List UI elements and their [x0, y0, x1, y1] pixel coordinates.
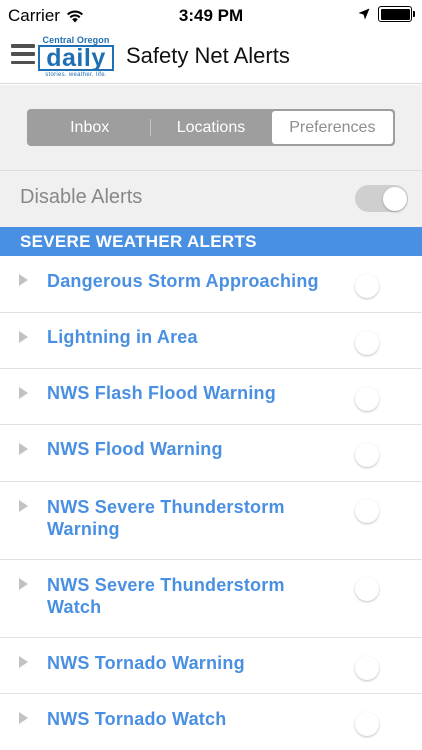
status-bar: Carrier 3:49 PM [0, 0, 422, 30]
alert-toggle-flash-flood-warning[interactable] [355, 385, 408, 412]
alert-label: Dangerous Storm Approaching [47, 271, 319, 291]
disable-alerts-row: Disable Alerts [0, 171, 422, 227]
toggle-knob [382, 186, 407, 211]
toggle-knob [355, 498, 379, 523]
alert-label: NWS Severe Thunderstorm Warning [47, 497, 285, 539]
segment-area: Inbox Locations Preferences [0, 85, 422, 171]
alert-label: NWS Tornado Warning [47, 653, 245, 673]
alert-row-severe-thunderstorm-watch[interactable]: NWS Severe Thunderstorm Watch [0, 560, 422, 638]
toggle-knob [355, 655, 379, 680]
tab-locations[interactable]: Locations [150, 111, 271, 144]
toggle-knob [355, 386, 379, 411]
toggle-knob [355, 273, 379, 298]
disable-alerts-label: Disable Alerts [20, 186, 143, 208]
status-right [358, 6, 415, 22]
alert-row-tornado-warning[interactable]: NWS Tornado Warning [0, 638, 422, 694]
alert-label: NWS Severe Thunderstorm Watch [47, 575, 285, 617]
disable-alerts-toggle[interactable] [355, 185, 408, 212]
alert-label: Lightning in Area [47, 327, 198, 347]
alert-row-severe-thunderstorm-warning[interactable]: NWS Severe Thunderstorm Warning [0, 482, 422, 560]
toggle-knob [355, 330, 379, 355]
alert-toggle-lightning[interactable] [355, 329, 408, 356]
alert-row-flash-flood-warning[interactable]: NWS Flash Flood Warning [0, 369, 422, 425]
alert-toggle-dangerous-storm[interactable] [355, 272, 408, 299]
alert-toggle-tornado-warning[interactable] [355, 654, 408, 681]
alert-toggle-tornado-watch[interactable] [355, 710, 408, 737]
chevron-right-icon [19, 274, 28, 286]
alert-row-dangerous-storm[interactable]: Dangerous Storm Approaching [0, 256, 422, 313]
alert-row-lightning[interactable]: Lightning in Area [0, 313, 422, 369]
section-header: SEVERE WEATHER ALERTS [0, 227, 422, 256]
chevron-right-icon [19, 656, 28, 668]
alert-toggle-severe-thunderstorm-watch[interactable] [355, 575, 408, 602]
chevron-right-icon [19, 500, 28, 512]
alert-row-flood-warning[interactable]: NWS Flood Warning [0, 425, 422, 482]
logo-main-text: daily [38, 45, 114, 71]
logo-tagline: stories. weather. life. [45, 72, 107, 78]
toggle-knob [355, 576, 379, 601]
alert-row-tornado-watch[interactable]: NWS Tornado Watch [0, 694, 422, 750]
page-title: Safety Net Alerts [126, 43, 290, 68]
alert-toggle-severe-thunderstorm-warning[interactable] [355, 497, 408, 524]
tab-segmented-control: Inbox Locations Preferences [27, 109, 395, 146]
alert-label: NWS Tornado Watch [47, 709, 227, 729]
menu-icon[interactable] [11, 44, 35, 64]
nav-bar: Central Oregon daily stories. weather. l… [0, 30, 422, 84]
alert-toggle-flood-warning[interactable] [355, 441, 408, 468]
toggle-knob [355, 711, 379, 736]
battery-icon [378, 6, 415, 22]
tab-inbox[interactable]: Inbox [29, 111, 150, 144]
alert-label: NWS Flash Flood Warning [47, 383, 276, 403]
toggle-knob [355, 442, 379, 467]
tab-preferences[interactable]: Preferences [271, 111, 393, 144]
app-logo: Central Oregon daily stories. weather. l… [38, 35, 114, 79]
chevron-right-icon [19, 578, 28, 590]
chevron-right-icon [19, 331, 28, 343]
battery-fill [380, 8, 410, 20]
chevron-right-icon [19, 443, 28, 455]
location-arrow-icon [358, 8, 370, 20]
chevron-right-icon [19, 387, 28, 399]
alert-label: NWS Flood Warning [47, 439, 223, 459]
chevron-right-icon [19, 712, 28, 724]
section-title: SEVERE WEATHER ALERTS [20, 232, 257, 251]
